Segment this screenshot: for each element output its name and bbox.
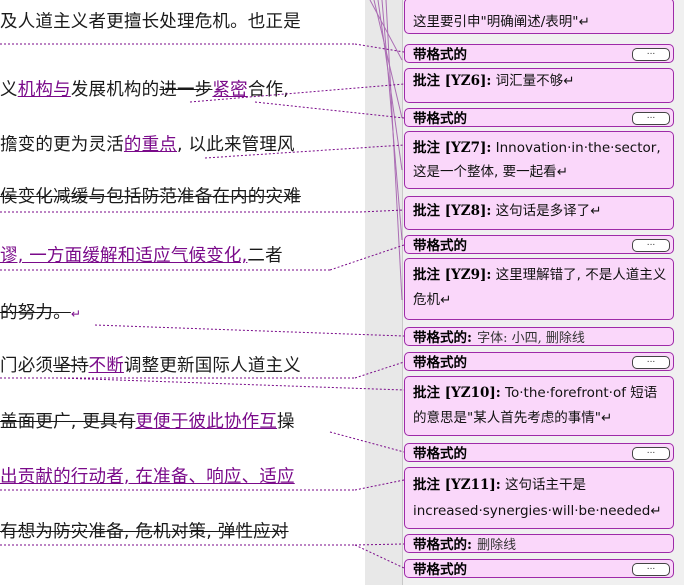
comment-balloon[interactable]: 批注 [YZ9]: 这里理解错了, 不是人道主义危机↵ — [404, 258, 674, 320]
format-label: 带格式的: — [413, 537, 472, 553]
doc-line[interactable]: 谬, 一方面缓解和适应气候变化,二者 — [0, 242, 283, 267]
format-balloon[interactable]: 带格式的 ... — [404, 559, 674, 578]
doc-text: 擔变的更为灵活 — [0, 135, 124, 155]
format-balloon[interactable]: 带格式的 ... — [404, 352, 674, 371]
inserted-text: 出贡献的行动者, 在准备、响应、适应 — [0, 467, 295, 487]
paragraph-mark: ↵ — [70, 307, 82, 321]
inserted-text: 不断 — [88, 356, 124, 376]
comment-balloon[interactable]: 这里要引申"明确阐述/表明"↵ — [404, 0, 674, 34]
doc-text: 及人道主义者更擅长处理危机。也正是 — [0, 12, 301, 32]
format-detail: 删除线 — [477, 538, 517, 553]
inserted-text: 紧密 — [212, 80, 248, 100]
doc-line[interactable]: 及人道主义者更擅长处理危机。也正是 — [0, 8, 301, 33]
format-label: 带格式的 — [413, 47, 467, 63]
comment-balloon[interactable]: 批注 [YZ11]: 这句话主干是 increased·synergies·wi… — [404, 467, 674, 529]
comment-label: 批注 [YZ9]: — [413, 267, 492, 283]
deleted-text: 有想为防灾准备, 危机对策, 弹性应对 — [0, 522, 289, 542]
doc-text: 调整更新国际人道主义 — [123, 356, 301, 376]
format-label: 带格式的: — [413, 330, 472, 346]
inserted-text: 谬, 一方面缓解和适应气候变化, — [0, 246, 248, 266]
doc-text: 操 — [277, 412, 295, 432]
doc-line[interactable]: 的努力。↵ — [0, 299, 81, 324]
comment-text: 词汇量不够↵ — [495, 73, 575, 89]
doc-line[interactable]: 出贡献的行动者, 在准备、响应、适应 — [0, 463, 295, 488]
document-page[interactable]: 及人道主义者更擅长处理危机。也正是 义机构与发展机构的进一步紧密合作, 擔变的更… — [0, 0, 365, 585]
more-options-button[interactable]: ... — [632, 48, 670, 61]
comment-label: 批注 [YZ7]: — [413, 140, 492, 156]
format-label: 带格式的 — [413, 238, 467, 254]
format-detail: 字体: 小四, 删除线 — [477, 331, 585, 346]
deleted-text: 进一步 — [159, 80, 213, 100]
deleted-text: 坚持 — [53, 356, 89, 376]
inserted-text: 的重点 — [123, 135, 178, 155]
doc-line[interactable]: 擔变的更为灵活的重点, 以此来管理风 — [0, 131, 295, 156]
comment-balloon[interactable]: 批注 [YZ8]: 这句话是多译了↵ — [404, 196, 674, 230]
format-balloon[interactable]: 带格式的 ... — [404, 44, 674, 63]
format-label: 带格式的 — [413, 355, 467, 371]
doc-text: 发展机构的 — [70, 80, 160, 100]
doc-text: 二者 — [247, 246, 283, 266]
more-options-button[interactable]: ... — [632, 112, 670, 125]
format-balloon[interactable]: 带格式的: 删除线 — [404, 534, 674, 553]
comment-text: 这里要引申"明确阐述/表明"↵ — [413, 14, 590, 30]
doc-text: 义 — [0, 80, 18, 100]
more-options-button[interactable]: ... — [632, 447, 670, 460]
doc-text: 合作, — [247, 80, 289, 100]
doc-line[interactable]: 门必须坚持不断调整更新国际人道主义 — [0, 352, 301, 377]
deleted-text: 盖面更广, 更具有 — [0, 412, 136, 432]
more-options-button[interactable]: ... — [632, 239, 670, 252]
deleted-text: 侯变化减缓与包括防范准备在内的灾难 — [0, 187, 301, 207]
format-label: 带格式的 — [413, 562, 467, 578]
more-options-button[interactable]: ... — [632, 356, 670, 369]
deleted-text: 的努力。 — [0, 303, 71, 323]
comment-label: 批注 [YZ11]: — [413, 477, 501, 493]
doc-line[interactable]: 义机构与发展机构的进一步紧密合作, — [0, 76, 289, 101]
more-options-button[interactable]: ... — [632, 563, 670, 576]
comment-text: 这句话是多译了↵ — [495, 203, 602, 219]
format-label: 带格式的 — [413, 111, 467, 127]
markup-gutter — [365, 0, 402, 585]
doc-line[interactable]: 盖面更广, 更具有更便于彼此协作互操 — [0, 408, 295, 433]
format-balloon[interactable]: 带格式的 ... — [404, 108, 674, 127]
comment-balloon[interactable]: 批注 [YZ10]: To·the·forefront·of 短语的意思是"某人… — [404, 376, 674, 436]
comment-balloon[interactable]: 批注 [YZ7]: Innovation·in·the·sector, 这是一个… — [404, 131, 674, 189]
comment-label: 批注 [YZ10]: — [413, 385, 501, 401]
format-balloon[interactable]: 带格式的 ... — [404, 235, 674, 254]
comment-label: 批注 [YZ6]: — [413, 73, 492, 89]
doc-line[interactable]: 有想为防灾准备, 危机对策, 弹性应对 — [0, 518, 289, 543]
doc-text: 门必须 — [0, 356, 54, 376]
doc-text: , 以此来管理风 — [177, 135, 295, 155]
inserted-text: 机构与 — [17, 80, 71, 100]
doc-line[interactable]: 侯变化减缓与包括防范准备在内的灾难 — [0, 183, 301, 208]
comment-label: 批注 [YZ8]: — [413, 203, 492, 219]
inserted-text: 更便于彼此协作互 — [135, 412, 278, 432]
comment-balloon[interactable]: 批注 [YZ6]: 词汇量不够↵ — [404, 68, 674, 103]
format-label: 带格式的 — [413, 446, 467, 462]
format-balloon[interactable]: 带格式的: 字体: 小四, 删除线 — [404, 327, 674, 346]
format-balloon[interactable]: 带格式的 ... — [404, 443, 674, 462]
